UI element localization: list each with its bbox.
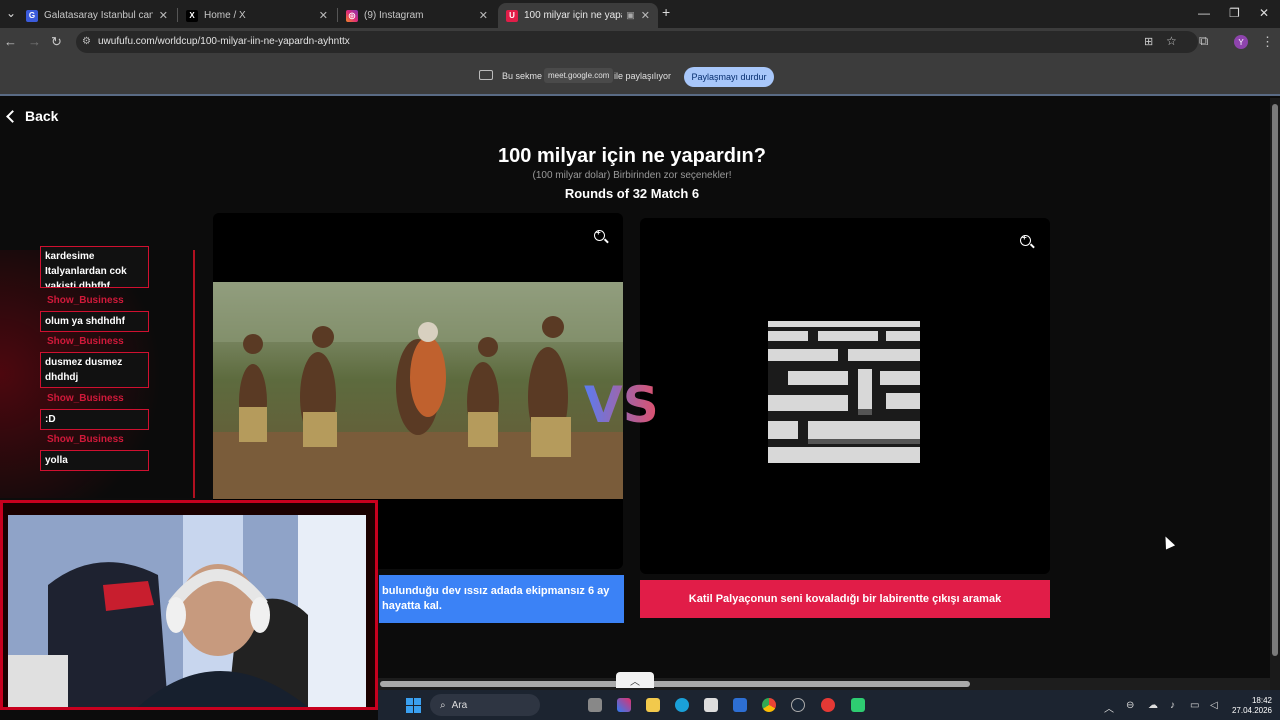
tribe-photo xyxy=(213,282,623,499)
chat-username: Show_Business xyxy=(47,336,124,347)
windows-start-icon[interactable] xyxy=(406,698,421,713)
webcam-feed xyxy=(8,515,366,707)
folder-icon[interactable] xyxy=(646,698,660,712)
chat-message: dusmez dusmez dhdhdj xyxy=(40,352,149,388)
round-indicator: Rounds of 32 Match 6 xyxy=(564,186,700,201)
share-text: Bu sekme xyxy=(502,71,543,81)
forward-arrow-icon[interactable]: → xyxy=(28,34,41,49)
cloud-icon[interactable]: ☁ xyxy=(1148,700,1158,711)
zoom-in-icon[interactable]: + xyxy=(1020,233,1031,246)
tray-app-icon[interactable]: ⊖ xyxy=(1126,700,1134,711)
site-info-icon[interactable]: ⚙ xyxy=(82,36,91,47)
galatasaray-favicon-icon: G xyxy=(26,9,38,22)
chat-message: :D xyxy=(40,409,149,430)
reload-icon[interactable]: ↻ xyxy=(51,34,62,50)
clock-time: 18:42 xyxy=(1251,696,1272,705)
screen-share-icon xyxy=(479,70,493,80)
tab-title: 100 milyar için ne yapardın xyxy=(524,10,622,21)
search-icon: ⌕ xyxy=(440,699,446,711)
search-label: Ara xyxy=(451,699,468,711)
close-icon[interactable]: ✕ xyxy=(641,9,650,22)
chat-message: yolla xyxy=(40,450,149,471)
edge-icon[interactable] xyxy=(675,698,689,712)
maze-image xyxy=(768,321,920,463)
chat-message: kardesime Italyanlardan cok yakisti dhhf… xyxy=(40,246,149,288)
stop-sharing-button[interactable]: Paylaşmayı durdur xyxy=(684,67,774,87)
chevron-left-icon xyxy=(6,109,19,123)
back-arrow-icon[interactable]: ← xyxy=(4,34,17,49)
x-favicon-icon: X xyxy=(186,9,198,22)
chevron-up-icon[interactable]: ︿ xyxy=(1104,700,1114,715)
minimize-icon[interactable]: — xyxy=(1198,6,1210,20)
vs-label: VS xyxy=(584,376,659,434)
chrome-icon[interactable] xyxy=(762,698,776,712)
copilot-icon[interactable] xyxy=(617,698,631,712)
chat-username: Show_Business xyxy=(47,393,124,404)
tab-title: Home / X xyxy=(204,10,246,21)
tab-uwufufu[interactable]: U 100 milyar için ne yapardın ▣ ✕ xyxy=(498,3,658,28)
horizontal-scrollbar[interactable] xyxy=(378,678,1270,690)
choice-card-right[interactable]: + xyxy=(640,218,1050,574)
webcam-scene xyxy=(8,515,366,707)
restore-icon[interactable]: ❐ xyxy=(1229,6,1240,20)
scrollbar-thumb[interactable] xyxy=(380,681,970,687)
stream-chat-overlay: kardesime Italyanlardan cok yakisti dhhf… xyxy=(0,246,195,498)
microphone-icon[interactable]: ♪ xyxy=(1170,700,1175,711)
choice-button-right[interactable]: Katil Palyaçonun seni kovaladığı bir lab… xyxy=(640,580,1050,618)
tab-galatasaray[interactable]: G Galatasaray İstanbul canlı skoru ✕ xyxy=(18,3,176,28)
scroll-up-tab[interactable]: ︿ xyxy=(616,672,654,688)
scrollbar-thumb[interactable] xyxy=(1272,104,1278,656)
chevron-up-icon: ︿ xyxy=(630,676,640,688)
vertical-scrollbar[interactable] xyxy=(1270,98,1280,690)
bookmark-star-icon[interactable]: ☆ xyxy=(1166,34,1177,48)
close-window-icon[interactable]: ✕ xyxy=(1259,6,1269,20)
zoom-in-icon[interactable]: + xyxy=(594,228,605,241)
yandex-icon[interactable] xyxy=(821,698,835,712)
file-icon[interactable] xyxy=(588,698,602,712)
extensions-icon[interactable]: ⧉ xyxy=(1199,33,1208,49)
address-bar[interactable]: ⚙ uwufufu.com/worldcup/100-milyar-iin-ne… xyxy=(76,31,1198,53)
menu-icon[interactable]: ⋮ xyxy=(1261,34,1274,50)
page-title: 100 milyar için ne yapardın? xyxy=(498,145,766,167)
taskbar-search[interactable]: ⌕ Ara xyxy=(430,694,540,716)
chat-username: Show_Business xyxy=(47,295,124,306)
volume-icon[interactable]: ◁ xyxy=(1210,700,1218,711)
choice-left-text: bulunduğu dev ıssız adada ekipmansız 6 a… xyxy=(382,585,610,612)
steam-icon[interactable] xyxy=(791,698,805,712)
chat-username: Show_Business xyxy=(47,434,124,445)
store-icon[interactable] xyxy=(733,698,747,712)
close-icon[interactable]: ✕ xyxy=(159,9,168,22)
taskbar-clock[interactable]: 18:42 27.04.2026 xyxy=(1232,696,1272,716)
browser-toolbar: ← → ↻ ⚙ uwufufu.com/worldcup/100-milyar-… xyxy=(0,28,1280,56)
chat-message: olum ya shdhdhf xyxy=(40,311,149,332)
uwufufu-favicon-icon: U xyxy=(506,9,518,22)
tab-search-icon[interactable]: ⌄ xyxy=(6,6,16,20)
close-icon[interactable]: ✕ xyxy=(479,9,488,22)
notepad-icon[interactable] xyxy=(704,698,718,712)
tab-title: Galatasaray İstanbul canlı skoru xyxy=(44,10,153,21)
profile-avatar[interactable]: Y xyxy=(1234,35,1248,49)
tab-instagram[interactable]: ◎ (9) Instagram ✕ xyxy=(338,3,496,28)
translate-icon[interactable]: ⊞ xyxy=(1144,35,1153,48)
choice-right-text: Katil Palyaçonun seni kovaladığı bir lab… xyxy=(688,593,1002,605)
share-text: ile paylaşılıyor xyxy=(614,71,672,81)
new-tab-button[interactable]: + xyxy=(662,4,670,20)
network-icon[interactable]: ▭ xyxy=(1190,700,1199,711)
tab-share-icon: ▣ xyxy=(626,10,635,20)
url-text: uwufufu.com/worldcup/100-milyar-iin-ne-y… xyxy=(98,36,350,47)
close-icon[interactable]: ✕ xyxy=(319,9,328,22)
tab-strip: ⌄ G Galatasaray İstanbul canlı skoru ✕ X… xyxy=(0,0,1280,28)
back-button[interactable]: Back xyxy=(6,108,59,124)
choice-button-left[interactable]: bulunduğu dev ıssız adada ekipmansız 6 a… xyxy=(379,575,624,623)
tab-x[interactable]: X Home / X ✕ xyxy=(178,3,336,28)
screen-share-bar: Bu sekme meet.google.com ile paylaşılıyo… xyxy=(0,56,1280,96)
instagram-favicon-icon: ◎ xyxy=(346,9,358,22)
app-icon[interactable] xyxy=(851,698,865,712)
tab-title: (9) Instagram xyxy=(364,10,424,21)
share-domain-badge: meet.google.com xyxy=(544,68,614,83)
windows-taskbar: ⌕ Ara ︿ ⊖ ☁ ♪ ▭ ◁ 18:42 27.04.2026 xyxy=(378,690,1280,720)
clock-date: 27.04.2026 xyxy=(1231,706,1272,715)
page-subtitle: (100 milyar dolar) Birbirinden zor seçen… xyxy=(532,170,732,181)
back-label: Back xyxy=(25,108,59,124)
